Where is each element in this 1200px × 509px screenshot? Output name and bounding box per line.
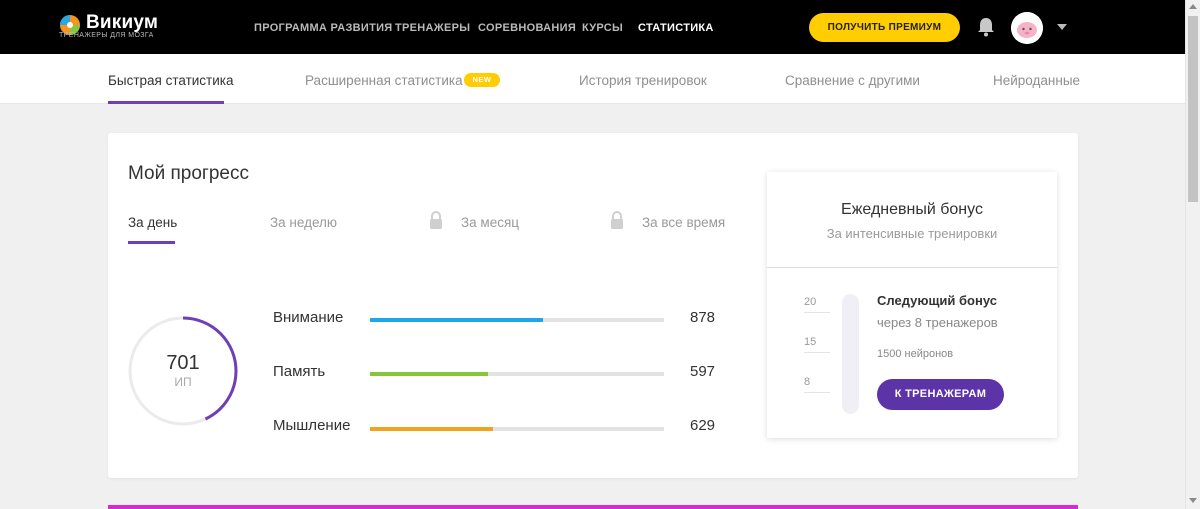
brand-name: Викиум xyxy=(86,12,159,33)
skill-label-thinking: Мышление xyxy=(273,417,351,434)
skill-value-attention: 878 xyxy=(690,309,716,326)
go-to-trainers-button[interactable]: К ТРЕНАЖЕРАМ xyxy=(877,379,1004,410)
top-bar: Викиум ТРЕНАЖЕРЫ ДЛЯ МОЗГА ПРОГРАММА РАЗ… xyxy=(0,0,1200,54)
bonus-subtitle: За интенсивные тренировки xyxy=(826,226,998,241)
scroll-up-arrow-icon[interactable] xyxy=(1189,4,1197,9)
next-bonus-title: Следующий бонус xyxy=(877,293,997,308)
scale-label: 20 xyxy=(804,296,817,308)
skill-value-memory: 597 xyxy=(690,363,716,380)
account-menu-chevron-down-icon[interactable] xyxy=(1057,24,1067,30)
tab-quick-stats[interactable]: Быстрая статистика xyxy=(108,73,233,88)
period-tab-all-time[interactable]: За все время xyxy=(642,215,725,230)
bonus-title: Ежедневный бонус xyxy=(841,201,983,218)
nav-item-program[interactable]: ПРОГРАММА РАЗВИТИЯ xyxy=(254,22,393,34)
active-tab-indicator xyxy=(108,101,224,104)
nav-item-trainers[interactable]: ТРЕНАЖЕРЫ xyxy=(395,22,470,34)
statistics-tabs: Быстрая статистика Расширенная статистик… xyxy=(0,54,1185,104)
logo[interactable]: Викиум ТРЕНАЖЕРЫ ДЛЯ МОЗГА xyxy=(58,12,188,42)
skill-bar-memory xyxy=(370,372,664,376)
avatar[interactable] xyxy=(1011,12,1043,44)
tab-extended-stats[interactable]: Расширенная статистика xyxy=(305,73,463,88)
period-tab-month[interactable]: За месяц xyxy=(461,215,519,230)
score-unit: ИП xyxy=(174,375,192,389)
avatar-icon xyxy=(1011,12,1043,44)
scale-tick xyxy=(804,312,830,313)
next-section-edge xyxy=(108,505,1078,509)
tab-comparison[interactable]: Сравнение с другими xyxy=(785,73,920,88)
score-value: 701 xyxy=(166,352,200,374)
nav-item-courses[interactable]: КУРСЫ xyxy=(582,22,623,34)
skill-label-memory: Память xyxy=(273,363,326,380)
divider xyxy=(767,267,1057,268)
skill-bar-attention xyxy=(370,318,664,322)
skill-value-thinking: 629 xyxy=(690,417,716,434)
daily-bonus-card: Ежедневный бонус За интенсивные трениров… xyxy=(767,172,1057,438)
lock-icon xyxy=(611,211,623,229)
nav-item-statistics[interactable]: СТАТИСТИКА xyxy=(638,22,714,34)
period-tab-week[interactable]: За неделю xyxy=(270,215,337,230)
tab-neurodata[interactable]: Нейроданные xyxy=(993,73,1080,88)
skill-bar-fill xyxy=(370,427,494,431)
scale-label: 8 xyxy=(804,376,811,388)
scale-label: 15 xyxy=(804,336,817,348)
next-bonus-reward: 1500 нейронов xyxy=(877,348,954,360)
tab-training-history[interactable]: История тренировок xyxy=(579,73,707,88)
brand-tagline: ТРЕНАЖЕРЫ ДЛЯ МОЗГА xyxy=(59,32,154,39)
scrollbar-thumb[interactable] xyxy=(1188,16,1198,202)
period-tab-day[interactable]: За день xyxy=(128,215,177,230)
nav-item-competitions[interactable]: СОРЕВНОВАНИЯ xyxy=(478,22,576,34)
card-title: Мой прогресс xyxy=(128,163,249,184)
scroll-down-arrow-icon[interactable] xyxy=(1189,498,1197,503)
get-premium-button[interactable]: ПОЛУЧИТЬ ПРЕМИУМ xyxy=(809,13,960,42)
skill-label-attention: Внимание xyxy=(273,309,344,326)
skill-bar-thinking xyxy=(370,427,664,431)
page-scrollbar[interactable] xyxy=(1185,0,1200,509)
new-badge: NEW xyxy=(464,73,500,87)
bell-icon[interactable] xyxy=(977,17,995,37)
bonus-progress-track xyxy=(842,294,859,414)
skill-bar-fill xyxy=(370,318,544,322)
skill-bar-fill xyxy=(370,372,488,376)
lock-icon xyxy=(430,211,442,229)
next-bonus-subtitle: через 8 тренажеров xyxy=(877,315,998,330)
scale-tick xyxy=(804,392,830,393)
scale-tick xyxy=(804,352,830,353)
active-period-indicator xyxy=(128,241,175,244)
